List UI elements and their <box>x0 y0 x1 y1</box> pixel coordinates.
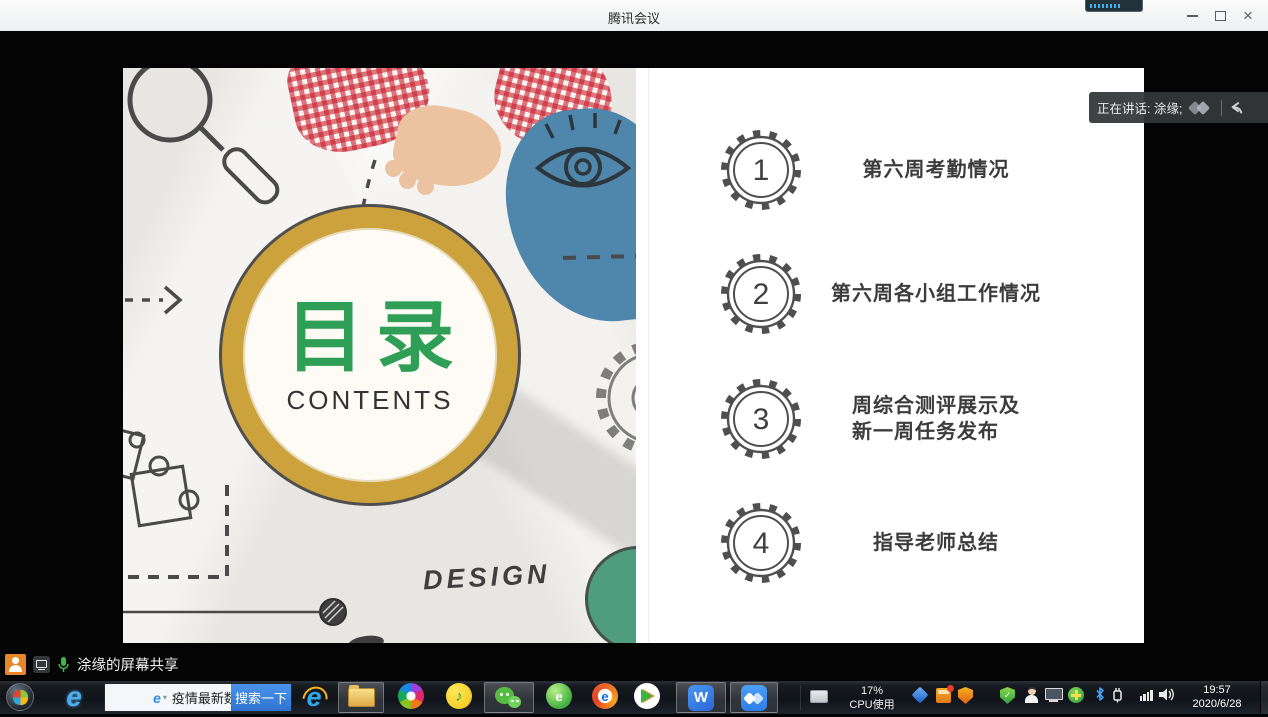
share-status-text: 涂缘的屏幕共享 <box>77 654 179 675</box>
docked-toolbar-widget[interactable] <box>1085 0 1143 12</box>
meeting-logo-icon <box>1188 100 1214 116</box>
tencent-meeting-icon <box>741 685 767 711</box>
search-engine-icon: e <box>153 690 161 706</box>
taskbar-app-qq-music[interactable]: ♪ <box>446 683 472 709</box>
windows-logo-icon <box>13 690 28 705</box>
tray-input-method-icon[interactable] <box>810 690 828 703</box>
speaking-label: 正在讲话: 涂缘; <box>1097 98 1182 117</box>
cpu-usage-gadget: 17% CPU使用 <box>840 684 904 712</box>
window-controls: × <box>1178 0 1262 31</box>
gear-number-icon: 2 <box>719 252 803 341</box>
svg-text:3: 3 <box>753 403 770 436</box>
svg-text:4: 4 <box>753 527 770 560</box>
svg-text:2: 2 <box>753 278 770 311</box>
globe-e-icon: e <box>555 689 562 704</box>
clock-date: 2020/6/28 <box>1193 697 1242 711</box>
slide-art-panel: 目录 CONTENTS DESIGN <box>123 68 636 643</box>
toc-item-text: 指导老师总结 <box>873 530 999 556</box>
taskbar-app-browser-blue[interactable]: e <box>58 682 90 712</box>
caret-down-icon[interactable]: ▾ <box>163 693 167 702</box>
taskbar-app-pinwheel-browser[interactable] <box>398 683 424 709</box>
tray-bluetooth-icon[interactable] <box>1094 686 1106 702</box>
presentation-slide: 目录 CONTENTS DESIGN 1 第六周考勤情况 <box>123 68 1144 643</box>
taskbar-app-tencent-meeting[interactable] <box>730 682 778 713</box>
wechat-icon <box>495 685 523 711</box>
tray-flame-shield-icon[interactable] <box>958 687 973 704</box>
folder-icon <box>348 688 375 707</box>
browser-e-icon: e <box>66 681 82 713</box>
start-button[interactable] <box>6 683 34 711</box>
close-icon: × <box>1243 7 1253 24</box>
toc-item-text: 第六周各小组工作情况 <box>831 281 1041 307</box>
close-button[interactable]: × <box>1234 0 1262 31</box>
shared-screen-stage: 目录 CONTENTS DESIGN 1 第六周考勤情况 <box>0 31 1268 648</box>
windows-taskbar: e e ▾ 疫情最新数据 搜索一下 e ♪ e e W <box>0 680 1268 714</box>
toc-title-en: CONTENTS <box>287 385 454 416</box>
restore-icon <box>1215 11 1226 21</box>
toc-item-1: 1 第六周考勤情况 <box>636 128 1144 212</box>
taskbar-app-internet-explorer[interactable]: e <box>298 682 330 712</box>
search-button[interactable]: 搜索一下 <box>231 684 291 711</box>
tray-separator <box>800 685 801 710</box>
toolbar-dots-icon <box>1090 4 1120 8</box>
cpu-percent: 17% <box>861 684 883 698</box>
tray-signal-icon[interactable] <box>1138 689 1154 701</box>
play-triangle-icon <box>641 689 653 703</box>
taskbar-app-tencent-video[interactable] <box>634 683 660 709</box>
tray-green-shield-icon[interactable]: ✓ <box>1000 687 1015 704</box>
divider <box>1221 100 1222 116</box>
tray-orange-window-icon[interactable] <box>936 688 951 703</box>
toc-list-panel: 1 第六周考勤情况 2 第六周各小组工作情况 <box>636 68 1144 643</box>
toc-item-text: 周综合测评展示及 新一周任务发布 <box>852 393 1020 445</box>
clock-time: 19:57 <box>1203 683 1231 697</box>
cpu-label: CPU使用 <box>849 698 894 712</box>
tray-green-plus-icon[interactable] <box>1068 687 1084 703</box>
restore-button[interactable] <box>1206 0 1234 31</box>
minimize-button[interactable] <box>1178 0 1206 31</box>
taskbar-app-wechat[interactable] <box>484 682 534 713</box>
minimize-icon <box>1187 15 1198 17</box>
tray-display-icon[interactable] <box>1045 688 1063 703</box>
gear-number-icon: 1 <box>719 128 803 217</box>
orange-e-icon: e <box>601 689 608 704</box>
toc-item-text: 第六周考勤情况 <box>863 157 1010 183</box>
tray-doctor-icon[interactable] <box>1024 687 1039 704</box>
music-note-icon: ♪ <box>455 688 463 705</box>
gear-number-icon: 3 <box>719 377 803 466</box>
svg-text:1: 1 <box>753 154 770 187</box>
check-icon: ✓ <box>1004 690 1012 701</box>
collapse-arrow-icon[interactable] <box>1229 100 1245 116</box>
speaking-toast: 正在讲话: 涂缘; <box>1089 92 1268 123</box>
toc-item-4: 4 指导老师总结 <box>636 501 1144 585</box>
ie-halo-icon <box>297 681 332 716</box>
tray-blue-box-icon[interactable] <box>912 687 929 704</box>
screen-share-statusbar: 涂缘的屏幕共享 <box>0 648 1268 680</box>
taskbar-search-widget[interactable]: e ▾ 疫情最新数据 搜索一下 <box>104 683 292 712</box>
presenter-avatar-icon <box>5 654 26 675</box>
taskbar-app-explorer[interactable] <box>338 682 384 713</box>
taskbar-clock[interactable]: 19:57 2020/6/28 <box>1186 683 1248 711</box>
tray-volume-icon[interactable] <box>1158 687 1176 702</box>
toc-title-cn: 目录 <box>286 295 466 379</box>
microphone-icon <box>57 656 70 673</box>
toc-item-2: 2 第六周各小组工作情况 <box>636 252 1144 336</box>
show-desktop-button[interactable] <box>1260 681 1268 714</box>
gear-number-icon: 4 <box>719 501 803 590</box>
screen-share-icon <box>33 656 50 673</box>
toc-circle: 目录 CONTENTS <box>222 207 518 503</box>
window-title: 腾讯会议 <box>0 8 1268 27</box>
taskbar-app-orange-browser[interactable]: e <box>592 683 618 709</box>
taskbar-app-wps[interactable]: W <box>676 682 726 713</box>
taskbar-app-360-browser[interactable]: e <box>546 683 572 709</box>
tray-power-icon[interactable] <box>1110 687 1124 703</box>
wps-icon: W <box>688 685 714 711</box>
toc-item-3: 3 周综合测评展示及 新一周任务发布 <box>636 377 1144 461</box>
window-titlebar: 腾讯会议 × <box>0 0 1268 32</box>
